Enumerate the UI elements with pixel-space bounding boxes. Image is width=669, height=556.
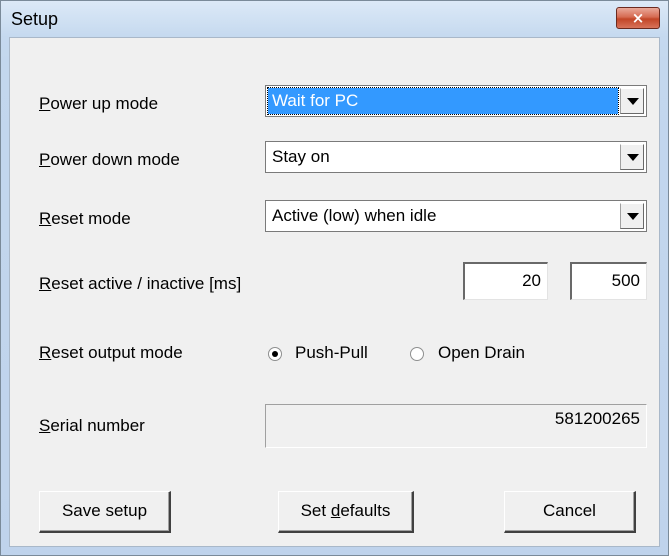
- reset-timing-label: Reset active / inactive [ms]: [39, 274, 241, 294]
- reset-output-mode-label: Reset output mode: [39, 343, 183, 363]
- reset-timing-accel-key: R: [39, 274, 52, 293]
- chevron-down-icon[interactable]: [620, 203, 644, 229]
- set-defaults-button[interactable]: Set defaults: [278, 491, 414, 533]
- set-defaults-label-rest: efaults: [340, 501, 391, 520]
- close-button[interactable]: ×: [616, 7, 660, 29]
- power-down-mode-value: Stay on: [272, 147, 330, 166]
- set-defaults-accel-key: d: [330, 501, 341, 520]
- power-down-mode-select[interactable]: Stay on: [265, 141, 647, 173]
- power-down-mode-accel-key: P: [39, 150, 51, 169]
- power-up-mode-label: Power up mode: [39, 94, 158, 114]
- chevron-down-icon[interactable]: [620, 144, 644, 170]
- reset-active-ms-input[interactable]: 20: [463, 262, 548, 300]
- power-up-mode-accel-key: P: [39, 94, 51, 113]
- close-icon: ×: [631, 9, 645, 27]
- reset-output-mode-accel-key: R: [39, 343, 52, 362]
- cancel-button[interactable]: Cancel: [504, 491, 636, 533]
- serial-number-label-text: erial number: [50, 416, 145, 435]
- dialog-body: Power up mode Wait for PC Power down mod…: [9, 37, 660, 547]
- reset-timing-label-text: eset active / inactive [ms]: [51, 274, 242, 293]
- window-title: Setup: [11, 9, 59, 29]
- serial-number-field: 581200265: [265, 404, 647, 448]
- chevron-down-icon[interactable]: [620, 88, 644, 114]
- open-drain-radio[interactable]: [410, 347, 424, 361]
- open-drain-label[interactable]: Open Drain: [438, 343, 525, 363]
- reset-inactive-ms-input[interactable]: 500: [570, 262, 647, 300]
- power-down-mode-label: Power down mode: [39, 150, 180, 170]
- set-defaults-label-pre: Set: [300, 501, 331, 520]
- reset-mode-label-text: eset mode: [51, 209, 131, 228]
- power-up-mode-select[interactable]: Wait for PC: [265, 85, 647, 117]
- push-pull-label[interactable]: Push-Pull: [295, 343, 368, 363]
- reset-mode-accel-key: R: [39, 209, 52, 228]
- title-bar[interactable]: Setup ×: [1, 1, 668, 37]
- push-pull-radio[interactable]: [268, 347, 282, 361]
- save-setup-button[interactable]: Save setup: [39, 491, 171, 533]
- power-up-mode-label-text: ower up mode: [50, 94, 159, 113]
- setup-dialog: Setup × Power up mode Wait for PC Power …: [0, 0, 669, 556]
- reset-mode-value: Active (low) when idle: [272, 206, 437, 225]
- power-down-mode-label-text: ower down mode: [50, 150, 180, 169]
- reset-mode-select[interactable]: Active (low) when idle: [265, 200, 647, 232]
- serial-number-label: Serial number: [39, 416, 145, 436]
- power-up-mode-value: Wait for PC: [267, 87, 619, 115]
- serial-number-accel-key: S: [39, 416, 51, 435]
- reset-mode-label: Reset mode: [39, 209, 131, 229]
- reset-output-mode-label-text: eset output mode: [51, 343, 183, 362]
